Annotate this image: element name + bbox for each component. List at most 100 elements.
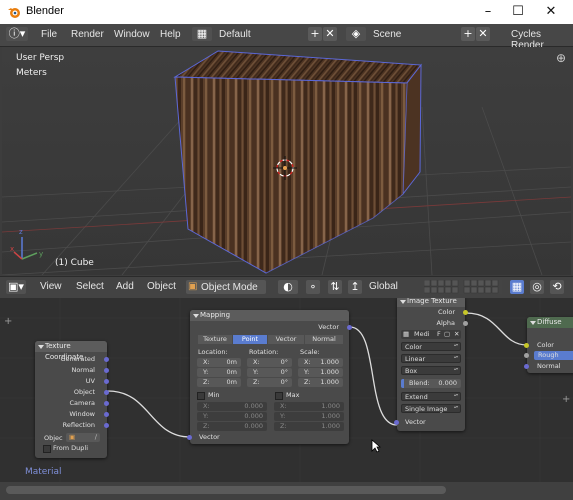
scale-z-field[interactable]: Z: 1.000 xyxy=(298,378,343,387)
tc-socket-camera[interactable] xyxy=(104,401,109,406)
maximize-button[interactable]: ☐ xyxy=(508,2,528,22)
diffuse-socket-normal[interactable] xyxy=(524,364,529,369)
min-x-field[interactable]: X: 0.000 xyxy=(197,402,267,411)
minimize-button[interactable]: – xyxy=(478,2,498,22)
editor-type-info-icon[interactable]: ⓘ▾ xyxy=(6,27,28,41)
tc-socket-object[interactable] xyxy=(104,390,109,395)
color-space-select[interactable]: Color xyxy=(401,342,461,351)
menu-add[interactable]: Add xyxy=(116,281,134,292)
add-scene-button[interactable]: + xyxy=(461,27,475,41)
tc-output-reflection: Reflection xyxy=(62,421,95,429)
mode-select[interactable]: ▣ Object Mode xyxy=(186,280,266,294)
tc-socket-generated[interactable] xyxy=(104,357,109,362)
max-y-field[interactable]: Y: 1.000 xyxy=(274,412,344,421)
menu-object[interactable]: Object xyxy=(147,281,176,292)
rotation-x-field[interactable]: X: 0° xyxy=(247,358,292,367)
scene-icon[interactable]: ◈ xyxy=(346,27,366,41)
layer-buttons[interactable] xyxy=(423,279,502,294)
rotation-z-field[interactable]: Z: 0° xyxy=(247,378,292,387)
tab-texture[interactable]: Texture xyxy=(198,335,232,344)
tc-socket-reflection[interactable] xyxy=(104,423,109,428)
menu-view[interactable]: View xyxy=(40,281,62,292)
remove-scene-button[interactable]: ✕ xyxy=(476,27,490,41)
location-y-field[interactable]: Y: 0m xyxy=(197,368,241,377)
node-editor[interactable]: Texture Coordinate Generated Normal UV O… xyxy=(0,298,573,482)
tab-point[interactable]: Point xyxy=(233,335,267,344)
max-x-field[interactable]: X: 1.000 xyxy=(274,402,344,411)
3d-viewport[interactable]: z y x User Persp Meters (1) Cube ⊕ xyxy=(2,47,571,275)
tc-output-uv: UV xyxy=(85,377,95,385)
diffuse-socket-color[interactable] xyxy=(524,343,529,348)
mapping-node[interactable]: Mapping Vector Texture Point Vector Norm… xyxy=(187,310,352,444)
proportional-edit-icon[interactable]: ◎ xyxy=(530,280,544,294)
diffuse-socket-roughness[interactable] xyxy=(524,353,529,358)
image-datablock-field[interactable]: ▦ Medi F ▢ ✕ xyxy=(401,330,461,339)
tab-normal[interactable]: Normal xyxy=(305,335,343,344)
roughness-field[interactable]: Rough xyxy=(534,351,573,360)
scene-name[interactable]: Scene xyxy=(373,29,401,40)
translate-manipulator-icon[interactable]: ↥ xyxy=(348,280,362,294)
tc-socket-normal[interactable] xyxy=(104,368,109,373)
tc-object-field[interactable]: ▣ ∕ xyxy=(66,433,100,442)
region-toggle-plus-icon[interactable]: + xyxy=(4,316,12,327)
viewport-shading-icon[interactable]: ◐ xyxy=(278,280,298,294)
tc-socket-uv[interactable] xyxy=(104,379,109,384)
texture-coordinate-node[interactable]: Texture Coordinate Generated Normal UV O… xyxy=(35,341,109,458)
from-dupli-checkbox[interactable] xyxy=(43,445,51,453)
manipulator-toggle-icon[interactable]: ⇅ xyxy=(328,280,342,294)
from-dupli-label: From Dupli xyxy=(53,444,89,452)
sidebar-toggle-plus-icon[interactable]: + xyxy=(562,394,570,405)
svg-text:x: x xyxy=(10,245,14,253)
it-socket-color[interactable] xyxy=(463,310,468,315)
window-title-bar: Blender – ☐ ✕ xyxy=(0,0,573,25)
diffuse-input-normal: Normal xyxy=(537,362,561,370)
menu-select[interactable]: Select xyxy=(76,281,104,292)
location-x-field[interactable]: X: 0m xyxy=(197,358,241,367)
editor-type-3d-view-icon[interactable]: ▣▾ xyxy=(6,280,26,294)
diffuse-bsdf-node[interactable]: Diffuse Color Rough Normal xyxy=(524,317,573,373)
lock-camera-layers-icon[interactable]: ▦ xyxy=(510,280,524,294)
min-y-field[interactable]: Y: 0.000 xyxy=(197,412,267,421)
rotation-label: Rotation: xyxy=(249,348,279,356)
menu-window[interactable]: Window xyxy=(114,29,150,40)
interpolation-select[interactable]: Linear xyxy=(401,354,461,363)
layout-grid-icon[interactable]: ▦ xyxy=(192,27,212,41)
location-z-field[interactable]: Z: 0m xyxy=(197,378,241,387)
menu-render[interactable]: Render xyxy=(71,29,104,40)
mapping-input-label: Vector xyxy=(199,433,220,441)
tab-vector[interactable]: Vector xyxy=(268,335,304,344)
source-select[interactable]: Single Image xyxy=(401,404,461,413)
menu-help[interactable]: Help xyxy=(160,29,181,40)
mapping-output-socket[interactable] xyxy=(347,325,352,330)
it-output-alpha: Alpha xyxy=(436,319,455,327)
transform-orientation-select[interactable]: Global xyxy=(369,281,398,292)
max-z-field[interactable]: Z: 1.000 xyxy=(274,422,344,431)
remove-layout-button[interactable]: ✕ xyxy=(323,27,337,41)
mapping-input-socket[interactable] xyxy=(187,435,192,440)
tc-output-camera: Camera xyxy=(69,399,95,407)
screen-layout-name[interactable]: Default xyxy=(219,29,251,40)
min-z-field[interactable]: Z: 0.000 xyxy=(197,422,267,431)
viewport-split-icon[interactable]: ⊕ xyxy=(556,51,566,65)
it-socket-alpha[interactable] xyxy=(463,321,468,326)
horizontal-scrollbar-thumb[interactable] xyxy=(6,486,446,494)
max-checkbox[interactable] xyxy=(275,392,283,400)
blend-field[interactable]: Blend: 0.000 xyxy=(401,379,461,388)
layer-grid xyxy=(423,279,499,294)
add-layout-button[interactable]: + xyxy=(308,27,322,41)
scale-x-field[interactable]: X: 1.000 xyxy=(298,358,343,367)
projection-select[interactable]: Box xyxy=(401,366,461,375)
menu-file[interactable]: File xyxy=(41,29,57,40)
it-input-socket[interactable] xyxy=(394,420,399,425)
close-button[interactable]: ✕ xyxy=(541,2,561,22)
image-texture-node[interactable]: Image Texture Color Alpha ▦ Medi F ▢ ✕ C… xyxy=(394,298,468,431)
min-checkbox[interactable] xyxy=(197,392,205,400)
tc-socket-window[interactable] xyxy=(104,412,109,417)
scale-y-field[interactable]: Y: 1.000 xyxy=(298,368,343,377)
unlink-image-icon[interactable]: ✕ xyxy=(454,330,459,339)
snap-icon[interactable]: ⟲ xyxy=(550,280,564,294)
open-folder-icon[interactable]: ▢ xyxy=(444,330,450,339)
extension-select[interactable]: Extend xyxy=(401,392,461,401)
pivot-point-icon[interactable]: ∘ xyxy=(306,280,320,294)
rotation-y-field[interactable]: Y: 0° xyxy=(247,368,292,377)
